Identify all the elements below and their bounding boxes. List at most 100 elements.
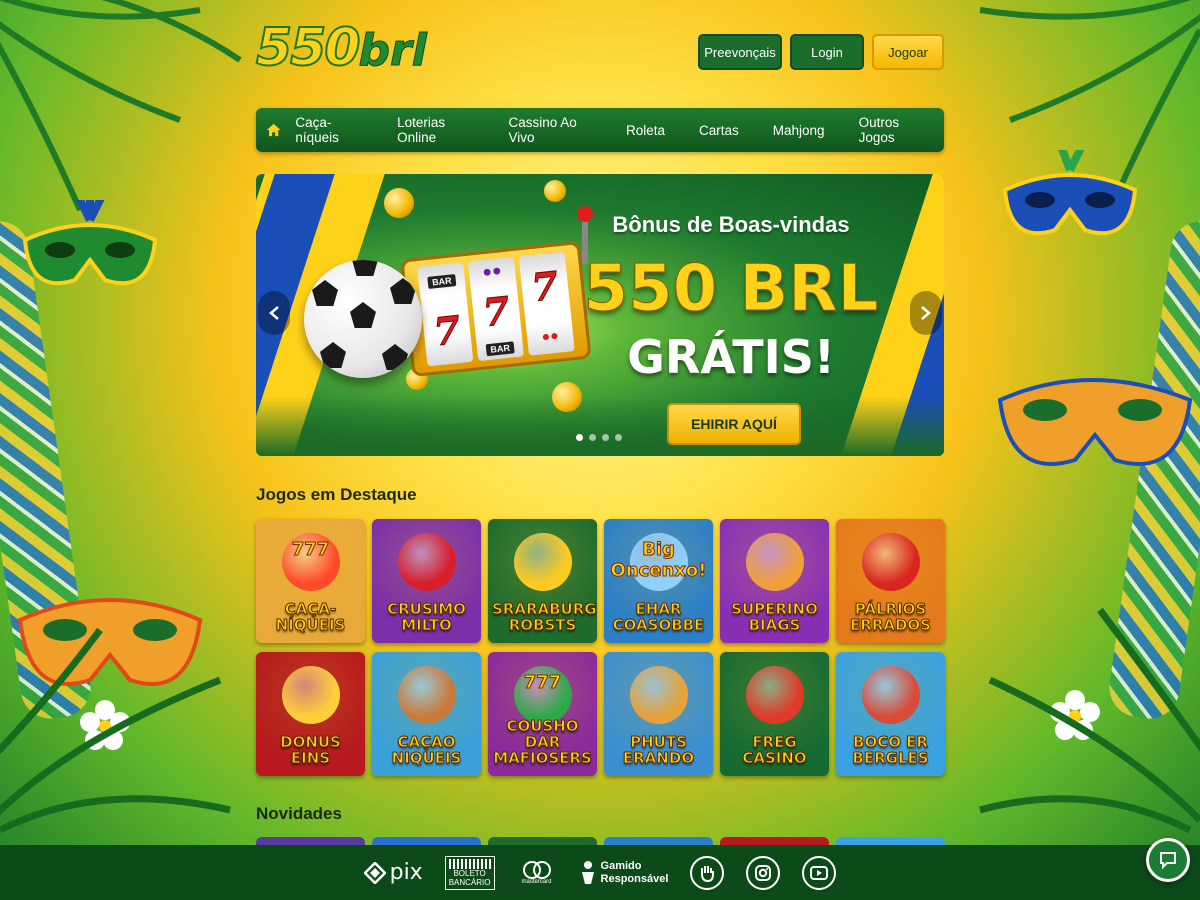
- hand-icon: [701, 865, 715, 882]
- nav-item-other-games[interactable]: Outros Jogos: [842, 115, 944, 145]
- game-title: BOCO ER BERGLES: [852, 733, 929, 767]
- chevron-right-icon: [921, 306, 931, 320]
- game-card[interactable]: FREG CASINO: [720, 652, 829, 776]
- mastercard-icon: [522, 860, 551, 879]
- boleto-logo: BOLETO BANCÁRIO: [444, 855, 495, 890]
- carousel-dot[interactable]: [576, 434, 583, 441]
- game-card[interactable]: CAÇA-NÍQUEIS 777: [256, 519, 365, 643]
- youtube-link[interactable]: [802, 855, 837, 890]
- promo-banner[interactable]: BAR 7 ●● 7 BAR 7 ●● Bônus de Boas-vindas…: [256, 174, 944, 456]
- main-nav: Caça-níqueis Loterias Online Cassino Ao …: [256, 108, 944, 152]
- featured-section-title: Jogos em Destaque: [256, 485, 417, 504]
- nav-item-slots[interactable]: Caça-níqueis: [295, 115, 380, 145]
- chat-bubble-icon: [1160, 852, 1176, 870]
- responsible-line2: Responsável: [600, 872, 669, 885]
- banner-cta-button[interactable]: EHIRIR AQUÍ: [667, 403, 801, 445]
- game-card[interactable]: SUPERINO BIAGS: [720, 519, 829, 643]
- carnival-mask-icon: [1002, 150, 1138, 236]
- game-card[interactable]: BOCO ER BERGLES: [836, 652, 945, 776]
- game-title: EHAR COASOBBE: [612, 600, 705, 634]
- nav-item-roulette[interactable]: Roleta: [609, 123, 682, 138]
- game-title: CAÇA-NÍQUEIS: [275, 600, 346, 634]
- game-title: SUPERINO BIAGS: [731, 600, 819, 634]
- carousel-dot[interactable]: [615, 434, 622, 441]
- carousel-prev-button[interactable]: [258, 291, 290, 335]
- left-decoration: [0, 0, 250, 845]
- instagram-link[interactable]: [746, 855, 781, 890]
- nav-item-cards[interactable]: Cartas: [682, 123, 756, 138]
- grass-field: [256, 396, 944, 456]
- carousel-next-button[interactable]: [910, 291, 942, 335]
- game-art-icon: [397, 533, 456, 591]
- chevron-left-icon: [269, 306, 279, 320]
- login-button[interactable]: Login: [790, 34, 864, 70]
- home-icon[interactable]: [266, 121, 281, 139]
- game-top-label: 777: [523, 672, 562, 694]
- banner-free-text: GRÁTIS!: [627, 330, 835, 384]
- game-art-icon: [861, 533, 920, 591]
- mastercard-label: mastercard: [521, 878, 552, 885]
- game-card[interactable]: CAÇAO NIQUEIS: [372, 652, 481, 776]
- carnival-mask-icon: [997, 378, 1193, 466]
- game-art-icon: [513, 533, 572, 591]
- logo-number: 550: [255, 17, 362, 79]
- game-card[interactable]: SRARABURG ROBSTS: [488, 519, 597, 643]
- game-art-icon: [861, 666, 920, 724]
- banner-amount: 550 BRL: [583, 252, 879, 327]
- carousel-dot[interactable]: [602, 434, 609, 441]
- game-card[interactable]: PÁLRIOS ERRADOS: [836, 519, 945, 643]
- carousel-dot[interactable]: [589, 434, 596, 441]
- game-title: COUSHO DAR MAFIOSERS: [493, 717, 593, 767]
- carnival-mask-icon: [22, 200, 158, 286]
- responsible-line1: Gamido: [600, 859, 642, 872]
- game-art-icon: [397, 666, 456, 724]
- right-decoration: [950, 0, 1200, 845]
- game-card[interactable]: COUSHO DAR MAFIOSERS 777: [488, 652, 597, 776]
- pix-label: pix: [389, 860, 423, 885]
- boleto-line1: BOLETO: [453, 868, 486, 878]
- chat-button[interactable]: [1146, 838, 1190, 882]
- game-card[interactable]: EHAR COASOBBE Big Oncenxo!: [604, 519, 713, 643]
- game-card[interactable]: CRUSIMO MILTO: [372, 519, 481, 643]
- game-title: SRARABURG ROBSTS: [492, 600, 598, 634]
- pix-logo: pix: [363, 860, 423, 885]
- game-title: PHUTS ERANDO: [622, 733, 695, 767]
- soccer-ball-illustration: [304, 260, 422, 378]
- carousel-dots: [576, 434, 622, 441]
- game-top-label: 777: [291, 539, 330, 561]
- game-top-label: Big Oncenxo!: [610, 539, 707, 582]
- footer-bar: pix BOLETO BANCÁRIO mastercard Gamido Re…: [0, 845, 1200, 900]
- coin-icon: [552, 382, 582, 412]
- palm-leaf-icon: [0, 627, 231, 834]
- nav-item-mahjong[interactable]: Mahjong: [756, 123, 842, 138]
- game-art-icon: [629, 666, 688, 724]
- game-title: PÁLRIOS ERRADOS: [850, 600, 932, 634]
- header-actions: Preevonçais Login Jogoar: [698, 34, 944, 70]
- game-card[interactable]: PHUTS ERANDO: [604, 652, 713, 776]
- featured-games-grid: CAÇA-NÍQUEIS 777 CRUSIMO MILTO SRARABURG RO…: [256, 519, 945, 776]
- age-restriction-badge[interactable]: [690, 855, 725, 890]
- game-card[interactable]: DONUS EINS: [256, 652, 365, 776]
- game-art-icon: [745, 533, 804, 591]
- banner-subtitle: Bônus de Boas-vindas: [612, 212, 850, 237]
- new-games-section-title: Novidades: [256, 804, 342, 823]
- play-button[interactable]: Jogoar: [872, 34, 944, 70]
- barcode-icon: [448, 858, 491, 869]
- game-title: CRUSIMO MILTO: [387, 600, 467, 634]
- nav-item-live-casino[interactable]: Cassino Ao Vivo: [491, 115, 609, 145]
- coin-icon: [544, 180, 566, 202]
- game-title: CAÇAO NIQUEIS: [391, 733, 462, 767]
- register-button[interactable]: Preevonçais: [698, 34, 782, 70]
- youtube-icon: [810, 865, 829, 880]
- responsible-gaming[interactable]: Gamido Responsável: [579, 859, 669, 886]
- game-art-icon: [281, 666, 340, 724]
- game-art-icon: [745, 666, 804, 724]
- site-logo[interactable]: 550brl: [255, 17, 427, 79]
- palm-leaf-icon: [979, 607, 1200, 834]
- palm-leaf-icon: [0, 0, 242, 212]
- boleto-line2: BANCÁRIO: [448, 877, 491, 887]
- instagram-icon: [755, 864, 772, 881]
- nav-item-lotteries[interactable]: Loterias Online: [380, 115, 491, 145]
- game-title: FREG CASINO: [742, 733, 807, 767]
- mastercard-logo: mastercard: [517, 856, 557, 890]
